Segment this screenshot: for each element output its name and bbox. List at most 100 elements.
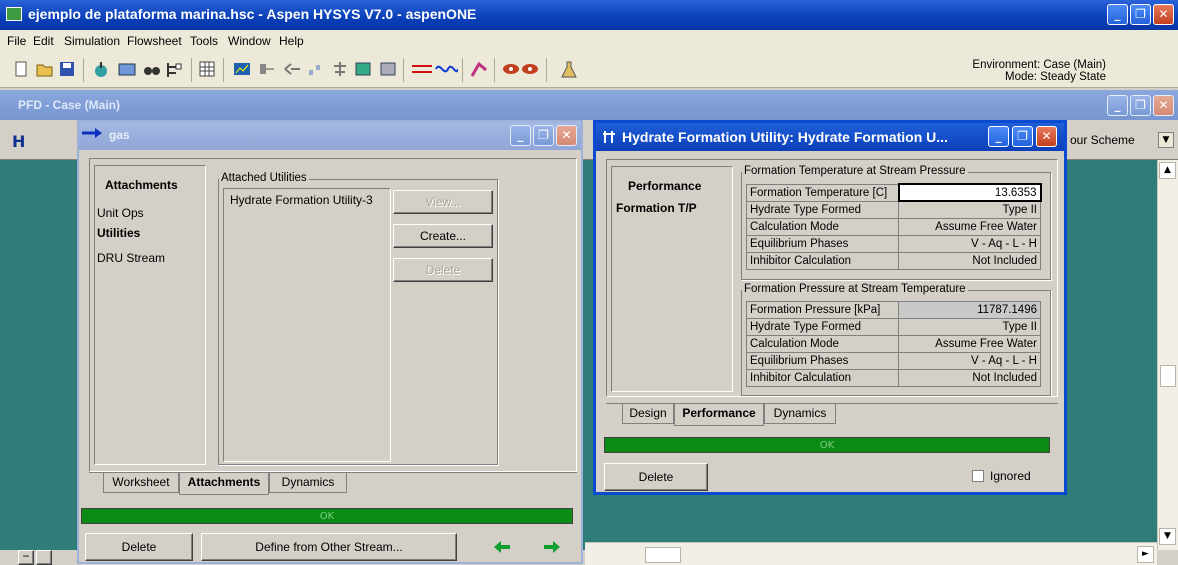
property-label: Formation Temperature [C] <box>746 183 899 202</box>
color-scheme-dropdown[interactable]: ▼ <box>1158 132 1174 148</box>
scroll-thumb[interactable] <box>1160 365 1176 387</box>
case-study-icon[interactable] <box>283 61 301 79</box>
pfd-tool-icon[interactable]: H <box>12 132 25 151</box>
property-label: Equilibrium Phases <box>746 234 899 253</box>
tab-dynamics[interactable]: Dynamics <box>764 404 836 424</box>
app-title-bar[interactable]: ejemplo de plataforma marina.hsc - Aspen… <box>0 0 1178 30</box>
scroll-down-arrow-icon[interactable]: ▼ <box>1159 528 1176 545</box>
scroll-right-arrow-icon[interactable]: ► <box>1137 546 1154 563</box>
pfd-horizontal-scrollbar[interactable]: ► <box>585 542 1157 565</box>
controller-faceplate-icon[interactable] <box>331 61 349 79</box>
property-value: Not Included <box>898 251 1041 270</box>
nav-item-unit-ops[interactable]: Unit Ops <box>97 206 144 220</box>
table-row: Equilibrium Phases V - Aq - L - H <box>746 352 1041 370</box>
steady-state-mode-icon[interactable] <box>410 61 459 79</box>
pfd-icon[interactable] <box>258 61 276 79</box>
formation-temperature-group: Formation Temperature at Stream Pressure… <box>741 165 1051 280</box>
new-case-icon[interactable] <box>12 61 30 79</box>
property-value: V - Aq - L - H <box>898 352 1041 370</box>
tab-worksheet[interactable]: Worksheet <box>103 473 179 493</box>
attached-utilities-list[interactable]: Hydrate Formation Utility-3 <box>223 188 391 462</box>
menu-bar: File Edit Simulation Flowsheet Tools Win… <box>0 30 1178 52</box>
flask-icon[interactable] <box>560 61 578 79</box>
hydrate-restore-button[interactable]: ❐ <box>1012 126 1033 147</box>
nav-header-performance: Performance <box>628 179 702 193</box>
previous-arrow-icon[interactable] <box>493 540 511 554</box>
app-minimize-button[interactable]: _ <box>1107 4 1128 25</box>
scroll-up-arrow-icon[interactable]: ▲ <box>1159 162 1176 179</box>
property-value: Not Included <box>898 369 1041 387</box>
menu-file[interactable]: File <box>7 34 26 48</box>
list-item[interactable]: Hydrate Formation Utility-3 <box>230 193 373 207</box>
table-row: Formation Temperature [C] 13.6353 <box>746 183 1042 202</box>
menu-window[interactable]: Window <box>228 34 271 48</box>
environment-line: Environment: Case (Main) <box>972 59 1106 71</box>
menu-simulation[interactable]: Simulation <box>64 34 120 48</box>
app-title: ejemplo de plataforma marina.hsc - Aspen… <box>28 6 477 22</box>
gas-close-button[interactable]: ✕ <box>556 125 577 146</box>
formation-pressure-table: Formation Pressure [kPa] 11787.1496 Hydra… <box>746 301 1041 387</box>
menu-tools[interactable]: Tools <box>190 34 218 48</box>
dynamic-assistant-icon[interactable] <box>379 61 397 79</box>
property-label: Formation Pressure [kPa] <box>746 301 899 319</box>
hydrate-close-button[interactable]: ✕ <box>1036 126 1057 147</box>
formation-pressure-group-label: Formation Pressure at Stream Temperature <box>742 283 968 295</box>
hydrate-nav-panel: Performance Formation T/P <box>611 166 733 392</box>
menu-flowsheet[interactable]: Flowsheet <box>127 34 182 48</box>
workbook-icon[interactable] <box>118 61 136 79</box>
pfd-minimize-button[interactable]: _ <box>1107 95 1128 116</box>
nav-item-formation-tp[interactable]: Formation T/P <box>616 201 697 215</box>
table-row: Inhibitor Calculation Not Included <box>746 251 1041 270</box>
environment-status: Environment: Case (Main) Mode: Steady St… <box>972 59 1106 83</box>
table-row: Equilibrium Phases V - Aq - L - H <box>746 234 1041 253</box>
optimizer-icon[interactable] <box>306 61 324 79</box>
ignored-checkbox[interactable] <box>972 470 984 482</box>
components-icon[interactable] <box>92 61 110 79</box>
gas-minimize-button[interactable]: _ <box>510 125 531 146</box>
menu-edit[interactable]: Edit <box>33 34 54 48</box>
gas-window-title-bar[interactable]: gas _ ❐ ✕ <box>79 122 581 150</box>
zoom-out-button[interactable]: − <box>18 550 34 565</box>
pfd-close-button[interactable]: ✕ <box>1153 95 1174 116</box>
hydrate-minimize-button[interactable]: _ <box>988 126 1009 147</box>
create-button[interactable]: Create... <box>393 224 493 248</box>
pfd-window-title: PFD - Case (Main) <box>18 98 121 112</box>
tab-dynamics[interactable]: Dynamics <box>269 473 347 493</box>
utility-icon <box>603 131 615 143</box>
fit-view-button[interactable] <box>36 550 52 565</box>
save-case-icon[interactable] <box>58 61 76 79</box>
event-scheduler-icon[interactable] <box>354 61 372 79</box>
formation-temperature-value[interactable]: 13.6353 <box>897 183 1042 202</box>
pfd-window-title-bar[interactable]: PFD - Case (Main) _ ❐ ✕ <box>0 90 1178 120</box>
delete-utility-button[interactable]: Delete <box>393 258 493 282</box>
pfd-restore-button[interactable]: ❐ <box>1130 95 1151 116</box>
hydrate-window-title-bar[interactable]: Hydrate Formation Utility: Hydrate Forma… <box>596 123 1064 151</box>
menu-help[interactable]: Help <box>279 34 304 48</box>
gas-restore-button[interactable]: ❐ <box>533 125 554 146</box>
formation-pressure-value[interactable]: 11787.1496 <box>898 301 1041 319</box>
dynamics-integrator-icon[interactable] <box>501 61 541 79</box>
open-case-icon[interactable] <box>36 61 54 79</box>
nav-item-utilities[interactable]: Utilities <box>97 226 140 240</box>
hydrate-delete-button[interactable]: Delete <box>604 463 708 491</box>
pfd-vertical-scrollbar[interactable]: ▲ ▼ <box>1157 160 1178 550</box>
fluid-package-icon[interactable] <box>470 61 488 79</box>
property-label: Equilibrium Phases <box>746 352 899 370</box>
spreadsheet-icon[interactable] <box>198 61 216 79</box>
next-arrow-icon[interactable] <box>543 540 561 554</box>
app-restore-button[interactable]: ❐ <box>1130 4 1151 25</box>
tab-attachments[interactable]: Attachments <box>179 473 269 495</box>
databook-icon[interactable] <box>233 61 251 79</box>
hydrate-content-panel: Performance Formation T/P Formation Temp… <box>606 159 1058 397</box>
hydrate-formation-window: Hydrate Formation Utility: Hydrate Forma… <box>593 120 1067 495</box>
object-navigator-icon[interactable] <box>165 61 183 79</box>
app-close-button[interactable]: ✕ <box>1153 4 1174 25</box>
binoculars-icon[interactable] <box>143 61 161 79</box>
define-from-other-stream-button[interactable]: Define from Other Stream... <box>201 533 457 561</box>
hscroll-thumb[interactable] <box>645 547 681 563</box>
nav-item-dru-stream[interactable]: DRU Stream <box>97 251 165 265</box>
tab-performance[interactable]: Performance <box>674 404 764 426</box>
gas-delete-button[interactable]: Delete <box>85 533 193 561</box>
view-button[interactable]: View... <box>393 190 493 214</box>
tab-design[interactable]: Design <box>622 404 674 424</box>
